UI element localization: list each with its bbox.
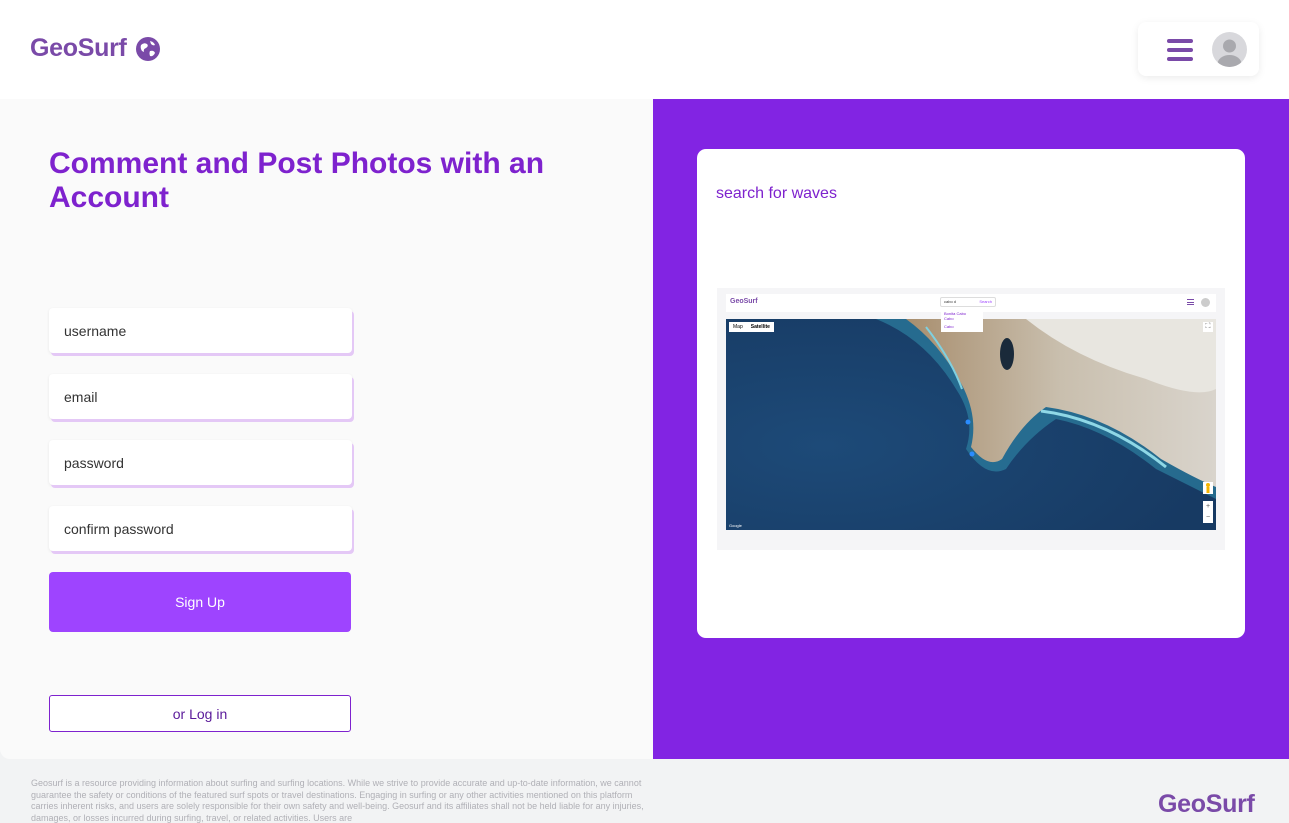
preview-zoom-controls: + −: [1203, 501, 1213, 523]
preview-map-attribution: Google: [729, 523, 742, 528]
username-field[interactable]: [49, 308, 352, 353]
promo-card: search for waves GeoSurf cabo d Search B…: [697, 149, 1245, 638]
preview-dropdown-item: Cabo: [944, 316, 954, 321]
preview-dropdown-item: Cabo: [944, 324, 954, 329]
promo-title: search for waves: [716, 185, 837, 202]
preview-map-tab: Map: [733, 324, 743, 330]
preview-satellite-map: Map Satellite ⛶ + − Google: [726, 319, 1216, 530]
email-field[interactable]: [49, 374, 352, 419]
preview-logo: GeoSurf: [730, 298, 758, 305]
preview-dropdown: Bonita Cabo Cabo Cabo: [941, 308, 983, 332]
app-preview-screenshot: GeoSurf cabo d Search Bonita Cabo Cabo C…: [717, 288, 1225, 550]
login-button[interactable]: or Log in: [49, 695, 351, 732]
globe-icon: [135, 36, 160, 61]
user-avatar-icon[interactable]: [1212, 32, 1247, 67]
preview-search-value: cabo d: [944, 299, 957, 304]
header-logo[interactable]: GeoSurf: [30, 34, 161, 63]
promo-panel: search for waves GeoSurf cabo d Search B…: [653, 99, 1289, 759]
satellite-map-image: [726, 319, 1216, 530]
preview-pegman-icon: [1203, 482, 1213, 494]
footer-disclaimer: Geosurf is a resource providing informat…: [31, 778, 644, 823]
signup-panel: Comment and Post Photos with an Account …: [0, 99, 653, 759]
preview-search: cabo d Search: [940, 297, 996, 307]
preview-fullscreen-icon: ⛶: [1203, 322, 1213, 332]
signup-button[interactable]: Sign Up: [49, 572, 351, 632]
hamburger-menu-icon[interactable]: [1167, 39, 1193, 61]
email-input[interactable]: [64, 388, 352, 405]
confirm-password-field[interactable]: [49, 506, 352, 551]
username-input[interactable]: [64, 322, 352, 339]
logo-text: GeoSurf: [30, 34, 127, 62]
preview-satellite-tab: Satellite: [750, 324, 770, 330]
preview-map-type-tabs: Map Satellite: [729, 322, 774, 332]
page-title: Comment and Post Photos with an Account: [49, 147, 545, 214]
user-menu: [1138, 22, 1259, 76]
top-header: GeoSurf: [0, 0, 1289, 99]
password-field[interactable]: [49, 440, 352, 485]
confirm-password-input[interactable]: [64, 520, 352, 537]
footer-logo[interactable]: GeoSurf: [1158, 790, 1255, 819]
preview-menu-icon: [1187, 299, 1194, 307]
preview-search-button: Search: [979, 299, 992, 304]
password-input[interactable]: [64, 454, 352, 471]
preview-avatar-icon: [1201, 298, 1210, 307]
